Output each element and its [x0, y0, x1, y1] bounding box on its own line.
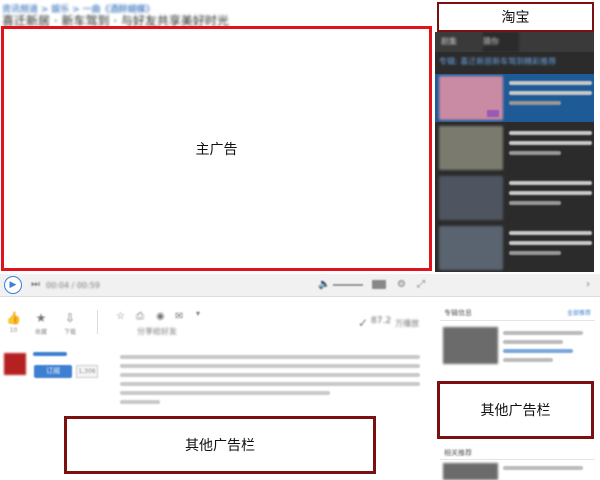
other-ad-label-bottom: 其他广告栏 [185, 438, 255, 454]
playlist-thumbnail [439, 126, 503, 170]
channel-name[interactable] [33, 352, 67, 356]
play-count: 87.2 [371, 316, 392, 326]
download-label: 下载 [64, 329, 77, 336]
hd-badge [487, 110, 499, 117]
time-display: 00:04 / 00:59 [46, 281, 100, 290]
sidebar-section-title: 专辑信息 [444, 309, 472, 317]
other-ad-box-bottom[interactable]: 其他广告栏 [64, 416, 376, 474]
subscribe-button[interactable]: 订阅 [34, 365, 72, 378]
subscriber-count: 1,306 [76, 365, 98, 378]
playlist-item[interactable] [435, 224, 594, 272]
tab-guess[interactable]: 猜你 [483, 32, 519, 52]
quality-button[interactable] [372, 280, 386, 289]
weibo-icon[interactable]: ◉ [156, 311, 165, 322]
playlist-item[interactable] [435, 174, 594, 222]
description-line [120, 382, 420, 386]
volume-slider[interactable] [333, 284, 363, 286]
playlist-panel: 剧集 猜你 专辑: 喜迁新居新车驾到精彩推荐 [435, 32, 594, 272]
description-line [120, 373, 420, 377]
sidebar-item-title-2 [503, 340, 563, 344]
print-icon[interactable]: ⎙ [136, 311, 144, 322]
wechat-icon[interactable]: ✉ [175, 311, 183, 322]
taobao-ad-label: 淘宝 [501, 10, 530, 26]
related-title: 相关推荐 [444, 449, 472, 457]
player-control-bar: ▶ ⏭ 00:04 / 00:59 🔈 ⚙ ⤢ › [0, 274, 600, 297]
play-button[interactable]: ▶ [4, 276, 22, 294]
playlist-item-line [509, 91, 592, 95]
sidebar-more-link[interactable]: 全部推荐 [567, 308, 591, 317]
playlist-item-line [509, 231, 592, 235]
play-count-suffix: 万播放 [395, 319, 419, 328]
star-icon: ★ [35, 311, 47, 325]
action-divider [97, 310, 98, 334]
playlist-item-line [509, 201, 562, 205]
description-line [120, 364, 420, 368]
favorite-icon[interactable]: ☆ [116, 311, 125, 322]
channel-logo[interactable] [4, 353, 26, 375]
collect-action[interactable]: ★ 收藏 [35, 311, 47, 336]
playlist-item-line [509, 101, 562, 105]
playlist-item-line [509, 241, 592, 245]
description-line [120, 400, 160, 404]
playlist-item-line [509, 141, 592, 145]
sidebar-item-meta [503, 349, 573, 353]
playlist-item-line [509, 181, 592, 185]
sidebar-divider [440, 320, 595, 321]
playlist-header: 专辑: 喜迁新居新车驾到精彩推荐 [439, 57, 557, 66]
volume-icon[interactable]: 🔈 [318, 279, 330, 290]
main-ad-label: 主广告 [195, 141, 238, 158]
chevron-right-icon[interactable]: › [586, 279, 590, 290]
sidebar-thumbnail[interactable] [443, 327, 498, 364]
playlist-item-line [509, 151, 562, 155]
more-icon[interactable]: ▾ [196, 309, 200, 318]
playlist-item-line [509, 131, 592, 135]
sidebar-item-title[interactable] [503, 331, 583, 335]
fullscreen-icon[interactable]: ⤢ [417, 279, 425, 290]
related-item-title[interactable] [503, 466, 583, 470]
tab-episodes[interactable]: 剧集 [441, 32, 477, 52]
playlist-item-line [509, 251, 562, 255]
thumbs-up-icon: 👍 [6, 311, 21, 325]
related-thumbnail[interactable] [443, 463, 498, 480]
share-label: 分享给好友 [137, 327, 177, 336]
taobao-ad-box[interactable]: 淘宝 [437, 2, 594, 32]
description-line [120, 391, 330, 395]
other-ad-label-right: 其他广告栏 [480, 403, 551, 419]
settings-icon[interactable]: ⚙ [397, 279, 406, 290]
playlist-tabs: 剧集 猜你 [435, 32, 594, 52]
next-icon[interactable]: ⏭ [31, 279, 40, 290]
playlist-thumbnail [439, 176, 503, 220]
playlist-item-text [507, 224, 594, 272]
playlist-item-text [507, 74, 594, 122]
description-line [120, 355, 420, 359]
playlist-item-text [507, 124, 594, 172]
like-count: 10 [9, 327, 18, 334]
main-ad-box[interactable]: 主广告 [1, 26, 432, 271]
collect-label: 收藏 [35, 329, 48, 336]
playlist-item[interactable] [435, 124, 594, 172]
playlist-thumbnail [439, 226, 503, 270]
related-divider [440, 459, 595, 460]
playlist-item-line [509, 191, 592, 195]
other-ad-box-right[interactable]: 其他广告栏 [437, 381, 594, 439]
check-icon: ✓ [358, 316, 369, 330]
download-icon: ⇩ [64, 311, 76, 325]
playlist-item-line [509, 81, 592, 85]
like-action[interactable]: 👍 10 [6, 311, 21, 334]
playlist-item[interactable] [435, 74, 594, 122]
download-action[interactable]: ⇩ 下载 [64, 311, 76, 336]
playlist-items [435, 74, 594, 272]
sidebar-item-meta-2 [503, 358, 553, 362]
playlist-item-text [507, 174, 594, 222]
